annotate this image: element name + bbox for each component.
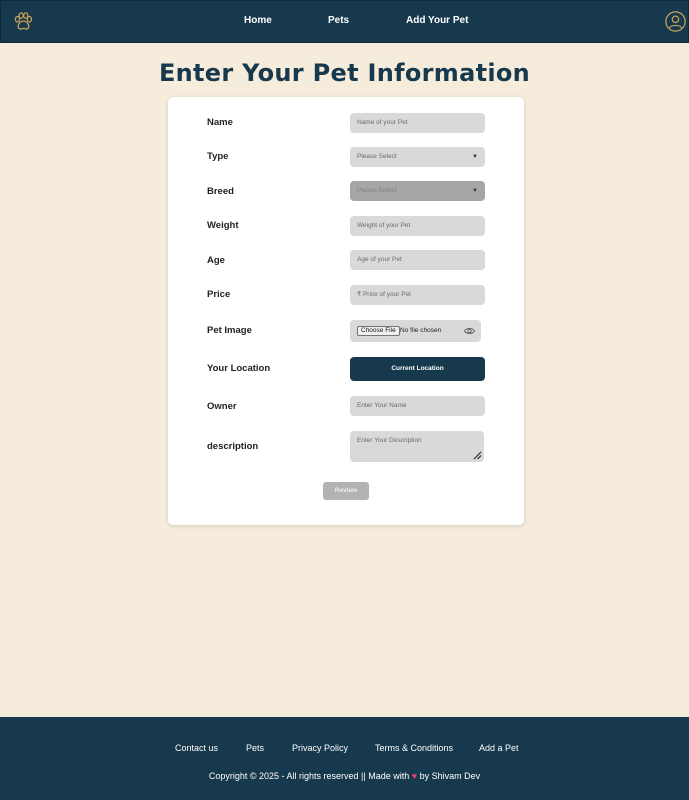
footer-add-pet-link[interactable]: Add a Pet	[479, 743, 519, 753]
chevron-down-icon: ▼	[472, 188, 478, 194]
breed-select-value: Please Select	[357, 187, 397, 194]
footer-terms-link[interactable]: Terms & Conditions	[375, 743, 453, 753]
age-input[interactable]: Age of your Pet	[350, 250, 485, 270]
description-label: description	[207, 441, 259, 452]
pet-image-file-input: Choose File No file chosen	[350, 320, 481, 342]
name-label: Name	[207, 117, 233, 128]
price-label: Price	[207, 289, 231, 300]
current-location-button[interactable]: Current Location	[350, 357, 485, 381]
heart-icon: ♥	[411, 771, 418, 781]
name-input[interactable]: Name of your Pet	[350, 113, 485, 133]
type-label: Type	[207, 151, 229, 162]
nav-add-pet-link[interactable]: Add Your Pet	[406, 15, 468, 26]
weight-label: Weight	[207, 220, 239, 231]
file-status-text: No file chosen	[400, 327, 442, 334]
pet-form-card: Name Name of your Pet Type Please Select…	[168, 97, 524, 525]
weight-input[interactable]: Weight of your Pet	[350, 216, 485, 236]
breed-select[interactable]: Please Select ▼	[350, 181, 485, 201]
nav-pets-link[interactable]: Pets	[328, 15, 349, 26]
owner-input[interactable]: Enter Your Name	[350, 396, 485, 416]
copyright-prefix: Copyright © 2025 - All rights reserved |…	[208, 771, 410, 781]
pet-image-label: Pet Image	[207, 325, 252, 336]
price-input[interactable]: ₹ Price of your Pet	[350, 285, 485, 305]
page-title: Enter Your Pet Information	[158, 59, 531, 87]
footer-contact-link[interactable]: Contact us	[175, 743, 218, 753]
footer-privacy-link[interactable]: Privacy Policy	[292, 743, 348, 753]
owner-label: Owner	[207, 401, 237, 412]
age-label: Age	[207, 255, 225, 266]
type-select[interactable]: Please Select ▼	[350, 147, 485, 167]
chevron-down-icon: ▼	[472, 154, 478, 160]
nav-home-link[interactable]: Home	[244, 15, 272, 26]
location-label: Your Location	[207, 363, 271, 374]
copyright-text: Copyright © 2025 - All rights reserved |…	[0, 771, 689, 781]
description-placeholder: Enter Your Description	[357, 437, 422, 444]
footer: Contact us Pets Privacy Policy Terms & C…	[0, 717, 689, 800]
eye-icon[interactable]	[464, 326, 475, 336]
review-button[interactable]: Review	[323, 482, 369, 500]
resize-handle-icon[interactable]	[473, 451, 482, 460]
breed-label: Breed	[207, 186, 234, 197]
type-select-value: Please Select	[357, 153, 397, 160]
user-icon[interactable]	[665, 11, 686, 32]
paw-icon[interactable]	[12, 11, 34, 33]
choose-file-button[interactable]: Choose File	[357, 326, 400, 336]
top-navbar: Home Pets Add Your Pet	[0, 0, 689, 43]
description-textarea[interactable]: Enter Your Description	[350, 431, 484, 462]
copyright-suffix: by Shivam Dev	[419, 771, 481, 781]
footer-pets-link[interactable]: Pets	[246, 743, 264, 753]
